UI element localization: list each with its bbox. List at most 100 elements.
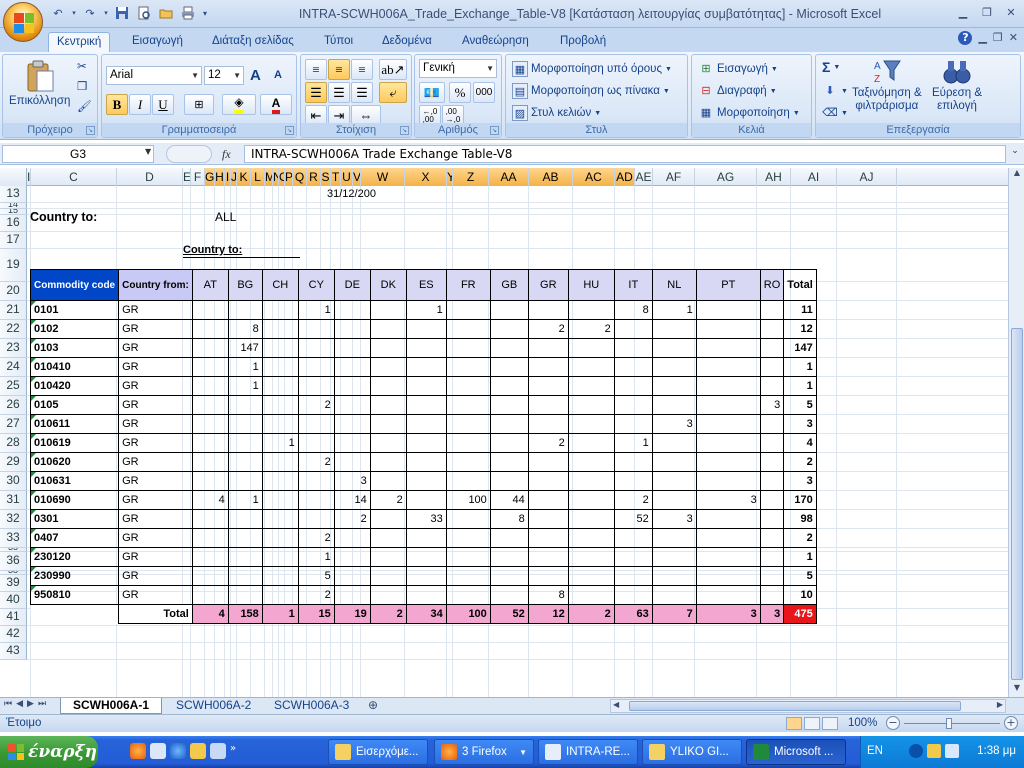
- header-country-at[interactable]: AT: [191, 269, 229, 301]
- value-cell[interactable]: [261, 319, 299, 339]
- value-cell[interactable]: [297, 471, 335, 491]
- column-header-ae[interactable]: AE: [635, 168, 653, 186]
- value-cell[interactable]: [191, 433, 229, 453]
- align-bottom-button[interactable]: ≡: [351, 59, 373, 80]
- value-cell[interactable]: [489, 319, 529, 339]
- value-cell[interactable]: [191, 509, 229, 529]
- value-cell[interactable]: [613, 357, 653, 377]
- page-layout-view-icon[interactable]: [804, 717, 820, 730]
- value-cell[interactable]: 1: [613, 433, 653, 453]
- column-header-d[interactable]: D: [117, 168, 183, 186]
- column-total-cell[interactable]: 34: [405, 604, 447, 624]
- save-icon[interactable]: [112, 4, 132, 22]
- row-header-41[interactable]: 41: [0, 609, 27, 626]
- outlook-icon[interactable]: [190, 743, 206, 759]
- row-header-20[interactable]: 20: [0, 282, 27, 301]
- value-cell[interactable]: 52: [613, 509, 653, 529]
- column-total-cell[interactable]: 3: [759, 604, 785, 624]
- cell-grid[interactable]: 31/12/200 Country to: ALL Country to: Co…: [27, 186, 1008, 697]
- value-cell[interactable]: [489, 547, 529, 567]
- country-from-cell[interactable]: GR: [118, 395, 193, 415]
- value-cell[interactable]: 2: [297, 395, 335, 415]
- value-cell[interactable]: [261, 395, 299, 415]
- more-launch-icon[interactable]: »: [230, 743, 236, 759]
- value-cell[interactable]: [227, 566, 263, 586]
- header-country-fr[interactable]: FR: [445, 269, 491, 301]
- paste-button[interactable]: Επικόλληση: [9, 59, 70, 107]
- value-cell[interactable]: [405, 357, 447, 377]
- value-cell[interactable]: [527, 357, 569, 377]
- column-total-cell[interactable]: 52: [489, 604, 529, 624]
- value-cell[interactable]: 8: [527, 585, 569, 605]
- print-preview-icon[interactable]: [134, 4, 154, 22]
- value-cell[interactable]: [191, 319, 229, 339]
- value-cell[interactable]: 1: [227, 490, 263, 510]
- value-cell[interactable]: [613, 566, 653, 586]
- header-country-bg[interactable]: BG: [227, 269, 263, 301]
- zoom-level[interactable]: 100%: [848, 717, 877, 729]
- value-cell[interactable]: [445, 414, 491, 434]
- value-cell[interactable]: [261, 585, 299, 605]
- redo-dropdown-icon[interactable]: ▾: [102, 4, 110, 22]
- value-cell[interactable]: [445, 528, 491, 548]
- column-header-q[interactable]: Q: [293, 168, 307, 186]
- normal-view-icon[interactable]: [786, 717, 802, 730]
- row-header-29[interactable]: 29: [0, 453, 27, 472]
- row-header-32[interactable]: 32: [0, 510, 27, 529]
- value-cell[interactable]: 4: [191, 490, 229, 510]
- value-cell[interactable]: [759, 528, 785, 548]
- column-total-cell[interactable]: 63: [613, 604, 653, 624]
- value-cell[interactable]: [489, 433, 529, 453]
- open-icon[interactable]: [156, 4, 176, 22]
- value-cell[interactable]: [613, 319, 653, 339]
- underline-button[interactable]: U: [152, 94, 174, 115]
- help-icon[interactable]: ?: [958, 31, 973, 45]
- value-cell[interactable]: [759, 471, 785, 491]
- value-cell[interactable]: 1: [651, 300, 697, 320]
- sheet-tab-3[interactable]: SCWH006A-3: [262, 698, 361, 714]
- country-from-cell[interactable]: GR: [118, 585, 193, 605]
- currency-button[interactable]: 💶: [419, 82, 445, 103]
- value-cell[interactable]: [489, 452, 529, 472]
- total-label-cell[interactable]: Total: [118, 604, 193, 624]
- next-sheet-icon[interactable]: ▶: [27, 699, 34, 709]
- align-middle-button[interactable]: ≡: [328, 59, 350, 80]
- country-from-cell[interactable]: GR: [118, 490, 193, 510]
- value-cell[interactable]: [445, 452, 491, 472]
- value-cell[interactable]: [567, 300, 615, 320]
- value-cell[interactable]: [695, 376, 761, 396]
- column-header-v[interactable]: V: [353, 168, 361, 186]
- value-cell[interactable]: [405, 528, 447, 548]
- commodity-code-cell[interactable]: 010420: [29, 376, 120, 396]
- customize-qat-icon[interactable]: ▾: [200, 4, 210, 22]
- task-inbox[interactable]: Εισερχόμε...: [328, 739, 428, 765]
- value-cell[interactable]: [261, 528, 299, 548]
- row-header-22[interactable]: 22: [0, 320, 27, 339]
- value-cell[interactable]: [227, 433, 263, 453]
- value-cell[interactable]: [297, 376, 335, 396]
- value-cell[interactable]: [695, 547, 761, 567]
- value-cell[interactable]: [369, 585, 407, 605]
- bold-button[interactable]: B: [106, 94, 128, 115]
- format-as-table-button[interactable]: ▤ Μορφοποίηση ως πίνακα ▼: [512, 83, 670, 99]
- value-cell[interactable]: [369, 357, 407, 377]
- value-cell[interactable]: [759, 300, 785, 320]
- value-cell[interactable]: [227, 452, 263, 472]
- value-cell[interactable]: [261, 300, 299, 320]
- row-header-31[interactable]: 31: [0, 491, 27, 510]
- commodity-code-cell[interactable]: 230990: [29, 566, 120, 586]
- header-country-gb[interactable]: GB: [489, 269, 529, 301]
- format-cells-button[interactable]: ▦ Μορφοποίηση ▼: [698, 105, 800, 121]
- value-cell[interactable]: [333, 433, 371, 453]
- value-cell[interactable]: [445, 547, 491, 567]
- column-header-w[interactable]: W: [361, 168, 405, 186]
- wrap-text-button[interactable]: ⤶: [379, 82, 407, 103]
- value-cell[interactable]: [191, 452, 229, 472]
- task-yliko-folder[interactable]: YLIKO GI...: [642, 739, 742, 765]
- commodity-code-cell[interactable]: 010620: [29, 452, 120, 472]
- tab-insert[interactable]: Εισαγωγή: [124, 32, 191, 52]
- value-cell[interactable]: [613, 471, 653, 491]
- value-cell[interactable]: [261, 357, 299, 377]
- value-cell[interactable]: [567, 414, 615, 434]
- value-cell[interactable]: [651, 452, 697, 472]
